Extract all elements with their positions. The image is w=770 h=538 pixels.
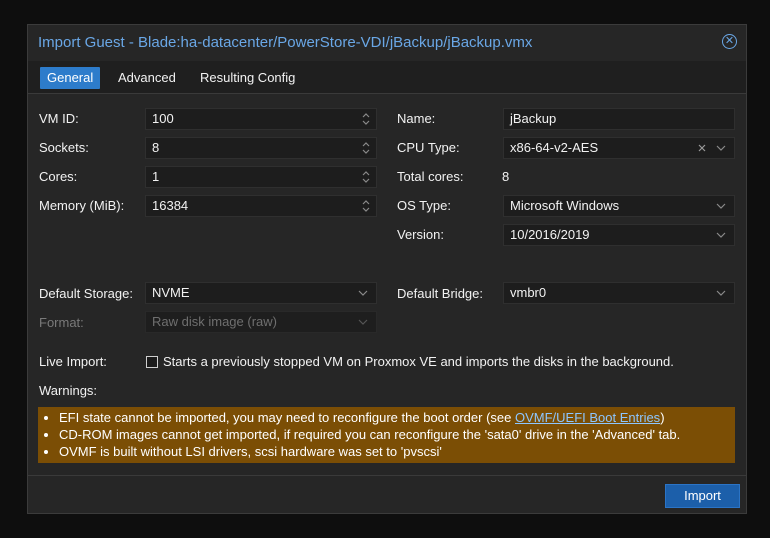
chevron-down-icon[interactable] <box>716 289 726 297</box>
warning-ovmf: OVMF is built without LSI drivers, scsi … <box>59 443 735 460</box>
dialog-titlebar[interactable]: Import Guest - Blade:ha-datacenter/Power… <box>28 25 746 62</box>
name-label: Name: <box>397 111 436 126</box>
tab-general[interactable]: General <box>40 67 101 89</box>
vmid-label: VM ID: <box>39 111 79 126</box>
default-storage-value: NVME <box>152 285 190 300</box>
dialog-title: Import Guest - Blade:ha-datacenter/Power… <box>38 34 533 51</box>
clear-icon[interactable] <box>697 143 707 153</box>
chevron-down-icon[interactable] <box>358 289 368 297</box>
vmid-value: 100 <box>152 111 174 126</box>
ovmf-uefi-boot-entries-link[interactable]: OVMF/UEFI Boot Entries <box>515 410 660 425</box>
format-select: Raw disk image (raw) <box>145 311 377 333</box>
version-label: Version: <box>397 227 444 242</box>
format-label: Format: <box>39 315 84 330</box>
sockets-label: Sockets: <box>39 140 89 155</box>
live-import-description: Starts a previously stopped VM on Proxmo… <box>163 354 674 369</box>
default-storage-label: Default Storage: <box>39 286 133 301</box>
os-type-label: OS Type: <box>397 198 451 213</box>
format-value: Raw disk image (raw) <box>152 314 277 329</box>
tab-bar: General Advanced Resulting Config <box>28 61 746 94</box>
footer-divider <box>28 475 746 476</box>
cores-input[interactable]: 1 <box>145 166 377 188</box>
warnings-box: EFI state cannot be imported, you may ne… <box>38 407 735 463</box>
import-guest-dialog: Import Guest - Blade:ha-datacenter/Power… <box>27 24 747 514</box>
default-storage-select[interactable]: NVME <box>145 282 377 304</box>
warning-efi: EFI state cannot be imported, you may ne… <box>59 409 735 426</box>
sockets-value: 8 <box>152 140 160 155</box>
default-bridge-select[interactable]: vmbr0 <box>503 282 735 304</box>
chevron-down-icon[interactable] <box>716 144 726 152</box>
spinner-icon[interactable] <box>362 199 370 213</box>
chevron-down-icon[interactable] <box>716 231 726 239</box>
memory-value: 16384 <box>152 198 189 213</box>
version-select[interactable]: 10/2016/2019 <box>503 224 735 246</box>
warning-efi-text: EFI state cannot be imported, you may ne… <box>59 410 515 425</box>
import-button[interactable]: Import <box>665 484 740 508</box>
warning-cdrom: CD-ROM images cannot get imported, if re… <box>59 426 735 443</box>
close-icon[interactable]: ✕ <box>722 34 737 49</box>
version-value: 10/2016/2019 <box>510 227 590 242</box>
tab-resulting-config[interactable]: Resulting Config <box>193 67 302 89</box>
spinner-icon[interactable] <box>362 141 370 155</box>
total-cores-value: 8 <box>502 169 510 184</box>
live-import-label: Live Import: <box>39 354 107 369</box>
default-bridge-value: vmbr0 <box>510 285 547 300</box>
cores-value: 1 <box>152 169 160 184</box>
os-type-select[interactable]: Microsoft Windows <box>503 195 735 217</box>
warnings-label: Warnings: <box>39 383 98 398</box>
chevron-down-icon <box>358 318 368 326</box>
vmid-input[interactable]: 100 <box>145 108 377 130</box>
name-input[interactable]: jBackup <box>503 108 735 130</box>
sockets-input[interactable]: 8 <box>145 137 377 159</box>
chevron-down-icon[interactable] <box>716 202 726 210</box>
memory-label: Memory (MiB): <box>39 198 125 213</box>
cpu-type-label: CPU Type: <box>397 140 460 155</box>
default-bridge-label: Default Bridge: <box>397 286 483 301</box>
name-value: jBackup <box>510 111 557 126</box>
warnings-list: EFI state cannot be imported, you may ne… <box>38 407 735 460</box>
memory-input[interactable]: 16384 <box>145 195 377 217</box>
warning-efi-suffix: ) <box>660 410 665 425</box>
cores-label: Cores: <box>39 169 78 184</box>
total-cores-label: Total cores: <box>397 169 464 184</box>
os-type-value: Microsoft Windows <box>510 198 620 213</box>
tab-advanced[interactable]: Advanced <box>111 67 183 89</box>
cpu-type-select[interactable]: x86-64-v2-AES <box>503 137 735 159</box>
live-import-checkbox[interactable] <box>146 356 158 368</box>
spinner-icon[interactable] <box>362 170 370 184</box>
spinner-icon[interactable] <box>362 112 370 126</box>
cpu-type-value: x86-64-v2-AES <box>510 140 599 155</box>
